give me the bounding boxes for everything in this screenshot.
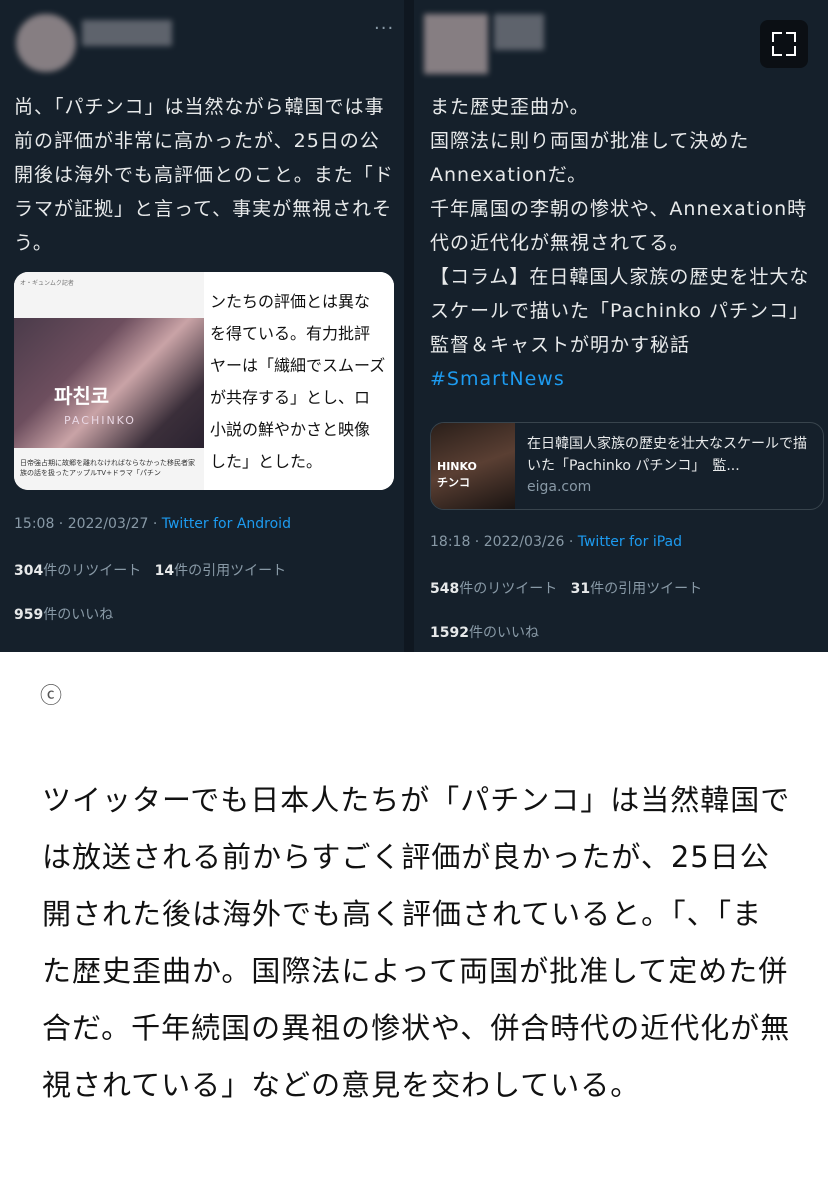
retweet-count[interactable]: 304 xyxy=(14,563,43,579)
retweet-label: 件のリツイート xyxy=(43,563,142,579)
tweet-text: また歴史歪曲か。 国際法に則り両国が批准して決めたAnnexationだ。 千年… xyxy=(430,90,820,396)
more-icon[interactable]: ··· xyxy=(374,18,394,39)
media-poster: 파친코 PACHINKO xyxy=(14,318,204,448)
tweet-left: ··· 尚、「パチンコ」は当然ながら韓国では事前の評価が非常に高かったが、25日… xyxy=(0,0,404,652)
like-label: 件のいいね xyxy=(43,607,114,623)
screenshot-divider xyxy=(404,0,414,652)
tweet-likes: 1592件のいいね xyxy=(430,622,539,642)
tweet-text: 尚、「パチンコ」は当然ながら韓国では事前の評価が非常に高かったが、25日の公開後… xyxy=(14,96,394,254)
tweet-screenshot: ··· 尚、「パチンコ」は当然ながら韓国では事前の評価が非常に高かったが、25日… xyxy=(0,0,828,652)
media-right-text: ンたちの評価とは異な を得ている。有力批評 ヤーは「繊細でスムーズ が共存する」… xyxy=(210,292,386,471)
tweet-engagement: 304件のリツイート 14件の引用ツイート xyxy=(14,560,286,580)
tweet-likes: 959件のいいね xyxy=(14,604,113,624)
quote-count[interactable]: 14 xyxy=(155,563,174,579)
tweet-media[interactable]: オ・ギュンムク記者 파친코 PACHINKO 日帝強占期に故郷を離れなければなら… xyxy=(14,272,394,490)
tweet-right: また歴史歪曲か。 国際法に則り両国が批准して決めたAnnexationだ。 千年… xyxy=(414,0,828,652)
tweet-meta: 18:18 · 2022/03/26 · Twitter for iPad xyxy=(430,534,682,550)
tweet-time: 18:18 · 2022/03/26 · xyxy=(430,534,578,550)
tweet-client-link[interactable]: Twitter for Android xyxy=(162,516,291,532)
shared-text: 【コラム】在日韓国人家族の歴史を壮大なスケールで描いた「Pachinko パチン… xyxy=(430,266,820,356)
poster-subtitle: PACHINKO xyxy=(64,414,136,427)
media-top-label: オ・ギュンムク記者 xyxy=(20,280,74,287)
media-image-article: オ・ギュンムク記者 파친코 PACHINKO 日帝強占期に故郷を離れなければなら… xyxy=(14,272,204,490)
media-caption: 日帝強占期に故郷を離れなければならなかった移民者家族の話を扱ったアップルTV+ド… xyxy=(20,459,195,477)
like-count[interactable]: 1592 xyxy=(430,625,469,641)
expand-corner-icon xyxy=(786,46,796,56)
tweet-engagement: 548件のリツイート 31件の引用ツイート xyxy=(430,578,702,598)
article-text: ツイッターでも日本人たちが「パチンコ」は当然韓国では放送される前からすごく評価が… xyxy=(42,783,791,1102)
media-image-text: ンたちの評価とは異な を得ている。有力批評 ヤーは「繊細でスムーズ が共存する」… xyxy=(206,272,394,490)
tweet-client-link[interactable]: Twitter for iPad xyxy=(578,534,682,550)
card-thumb-text: HINKO チンコ xyxy=(437,460,477,489)
tweet-time: 15:08 · 2022/03/27 · xyxy=(14,516,162,532)
quote-count[interactable]: 31 xyxy=(571,581,590,597)
poster-title: 파친코 xyxy=(54,384,110,408)
card-title: 在日韓国人家族の歴史を壮大なスケールで描いた「Pachinko パチンコ」 監.… xyxy=(527,436,807,474)
copyright-mark: ⓒ xyxy=(40,684,63,709)
avatar[interactable] xyxy=(16,14,76,72)
expand-corner-icon xyxy=(772,46,782,56)
hashtag-link[interactable]: #SmartNews xyxy=(430,368,565,390)
quote-label: 件の引用ツイート xyxy=(174,563,287,579)
tweet-body: また歴史歪曲か。 国際法に則り両国が批准して決めたAnnexationだ。 千年… xyxy=(430,96,808,254)
avatar[interactable] xyxy=(424,14,488,74)
card-thumbnail: HINKO チンコ xyxy=(431,423,515,509)
expand-corner-icon xyxy=(772,32,782,42)
retweet-label: 件のリツイート xyxy=(459,581,558,597)
link-card[interactable]: HINKO チンコ 在日韓国人家族の歴史を壮大なスケールで描いた「Pachink… xyxy=(430,422,824,510)
quote-label: 件の引用ツイート xyxy=(590,581,703,597)
expand-corner-icon xyxy=(786,32,796,42)
card-domain: eiga.com xyxy=(527,479,592,495)
tweet-meta: 15:08 · 2022/03/27 · Twitter for Android xyxy=(14,516,291,532)
like-label: 件のいいね xyxy=(468,625,539,641)
username-redacted xyxy=(82,20,172,46)
like-count[interactable]: 959 xyxy=(14,607,43,623)
username-redacted xyxy=(494,14,544,50)
retweet-count[interactable]: 548 xyxy=(430,581,459,597)
expand-icon[interactable] xyxy=(760,20,808,68)
